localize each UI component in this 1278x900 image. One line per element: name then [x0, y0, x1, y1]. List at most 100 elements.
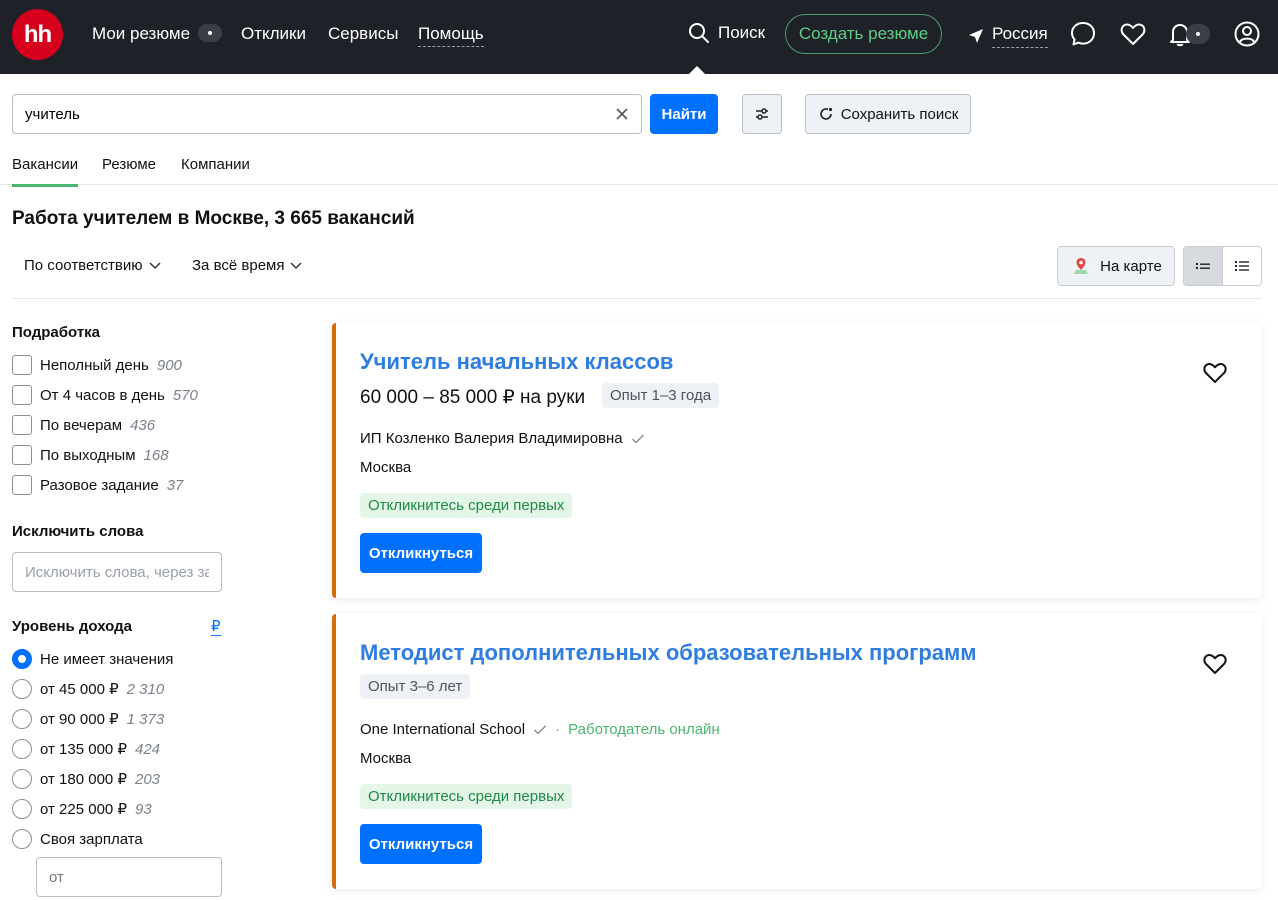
- radio-button[interactable]: [12, 829, 32, 849]
- part-time-option[interactable]: Неполный день 900: [12, 355, 182, 375]
- search-nav-link[interactable]: Поиск: [688, 22, 765, 44]
- employer-name-link[interactable]: One International School: [360, 721, 525, 738]
- active-pointer: [688, 66, 706, 75]
- search-icon: [689, 23, 709, 43]
- nav-help-label: Помощь: [418, 24, 484, 47]
- vacancy-card[interactable]: Методист дополнительных образовательных …: [332, 614, 1262, 889]
- custom-salary-input[interactable]: [37, 858, 221, 896]
- vacancy-card[interactable]: Учитель начальных классов 60 000 – 85 00…: [332, 323, 1262, 598]
- tab-resumes[interactable]: Резюме: [102, 156, 156, 184]
- nav-services[interactable]: Сервисы: [328, 24, 398, 44]
- checkbox[interactable]: [12, 385, 32, 405]
- income-option[interactable]: Своя зарплата: [12, 829, 143, 849]
- sort-order-dropdown[interactable]: По соответствию: [24, 257, 161, 274]
- part-time-option[interactable]: По выходным 168: [12, 445, 169, 465]
- filter-sliders-icon: [756, 108, 768, 120]
- favorite-heart-icon[interactable]: [1202, 651, 1228, 677]
- exclude-words-field[interactable]: [12, 552, 222, 592]
- checkbox[interactable]: [12, 445, 32, 465]
- income-option[interactable]: Не имеет значения: [12, 649, 173, 669]
- checkbox[interactable]: [12, 475, 32, 495]
- income-level-heading: Уровень дохода: [12, 618, 133, 635]
- tab-vacancies[interactable]: Вакансии: [12, 156, 79, 187]
- employer-row: One International School · Работодатель …: [360, 721, 720, 738]
- radio-button-selected[interactable]: [12, 649, 32, 669]
- search-query-input[interactable]: [25, 95, 605, 133]
- option-count: 93: [134, 800, 152, 818]
- radio-button[interactable]: [12, 739, 32, 759]
- clear-close-icon[interactable]: [613, 105, 631, 123]
- checkbox[interactable]: [12, 355, 32, 375]
- experience-badge: Опыт 3–6 лет: [360, 674, 471, 699]
- period-dropdown[interactable]: За всё время: [192, 257, 302, 274]
- option-label: От 4 часов в день: [40, 386, 165, 404]
- option-count: 37: [166, 476, 184, 494]
- option-label: от 225 000 ₽: [40, 801, 127, 818]
- part-time-option[interactable]: По вечерам 436: [12, 415, 155, 435]
- custom-salary-field[interactable]: [36, 857, 222, 897]
- option-label: Не имеет значения: [40, 650, 174, 668]
- radio-button[interactable]: [12, 769, 32, 789]
- vacancy-title-link[interactable]: Учитель начальных классов: [360, 349, 673, 375]
- save-search-button[interactable]: Сохранить поиск: [805, 94, 971, 134]
- save-search-label: Сохранить поиск: [840, 105, 959, 123]
- income-option[interactable]: от 225 000 ₽ 93: [12, 799, 152, 819]
- compact-list-icon: [1195, 263, 1210, 269]
- detailed-view-button[interactable]: [1223, 247, 1262, 285]
- vacancy-title-link[interactable]: Методист дополнительных образовательных …: [360, 640, 977, 666]
- income-option[interactable]: от 135 000 ₽ 424: [12, 739, 160, 759]
- favorites-heart-icon[interactable]: [1119, 20, 1147, 48]
- part-time-option[interactable]: Разовое задание 37: [12, 475, 183, 495]
- employer-name-link[interactable]: ИП Козленко Валерия Владимировна: [360, 430, 623, 447]
- results-title: Работа учителем в Москве, 3 665 вакансий: [12, 208, 415, 229]
- nav-my-resumes-label: Мои резюме: [92, 24, 191, 43]
- vacancy-city: Москва: [360, 459, 412, 476]
- search-nav-label: Поиск: [718, 23, 766, 42]
- option-count: 168: [143, 446, 169, 464]
- apply-button[interactable]: Откликнуться: [360, 533, 482, 573]
- hh-logo[interactable]: hh: [12, 9, 63, 60]
- search-type-tabs: Вакансии Резюме Компании: [0, 150, 1278, 187]
- nav-my-resumes[interactable]: Мои резюме: [92, 23, 223, 44]
- exclude-words-heading: Исключить слова: [12, 523, 144, 540]
- currency-selector[interactable]: ₽: [211, 619, 221, 636]
- option-label: По выходным: [40, 446, 136, 464]
- divider: [12, 298, 1262, 299]
- favorite-heart-icon[interactable]: [1202, 360, 1228, 386]
- part-time-option[interactable]: От 4 часов в день 570: [12, 385, 198, 405]
- verified-check-icon: [534, 724, 547, 735]
- radio-button[interactable]: [12, 709, 32, 729]
- checkbox[interactable]: [12, 415, 32, 435]
- tab-companies[interactable]: Компании: [181, 156, 250, 184]
- notification-dot-badge: [1186, 24, 1210, 44]
- exclude-words-input[interactable]: [13, 553, 221, 591]
- notification-dot-badge: [198, 23, 223, 42]
- chat-icon[interactable]: [1069, 20, 1097, 48]
- option-count: 436: [130, 416, 156, 434]
- region-selector[interactable]: Россия: [968, 24, 1048, 48]
- income-option[interactable]: от 90 000 ₽ 1 373: [12, 709, 164, 729]
- option-count: 1 373: [126, 710, 165, 728]
- radio-button[interactable]: [12, 799, 32, 819]
- find-button[interactable]: Найти: [650, 94, 718, 134]
- part-time-heading: Подработка: [12, 324, 101, 341]
- advanced-filters-button[interactable]: [742, 94, 782, 134]
- vacancy-search-field[interactable]: [12, 94, 642, 134]
- income-option[interactable]: от 180 000 ₽ 203: [12, 769, 160, 789]
- show-on-map-button[interactable]: На карте: [1057, 246, 1175, 286]
- profile-user-icon[interactable]: [1233, 20, 1261, 48]
- experience-badge: Опыт 1–3 года: [602, 383, 720, 408]
- nav-responses[interactable]: Отклики: [241, 24, 306, 44]
- option-count: 570: [172, 386, 198, 404]
- respond-first-badge: Откликнитесь среди первых: [360, 784, 573, 809]
- compact-view-button[interactable]: [1184, 247, 1223, 285]
- create-resume-button[interactable]: Создать резюме: [785, 14, 942, 54]
- radio-button[interactable]: [12, 679, 32, 699]
- map-button-label: На карте: [1100, 257, 1162, 275]
- nav-help[interactable]: Помощь: [418, 24, 484, 47]
- option-label: Неполный день: [40, 356, 149, 374]
- apply-button[interactable]: Откликнуться: [360, 824, 482, 864]
- chevron-down-icon: [290, 261, 302, 269]
- vacancy-city: Москва: [360, 750, 412, 767]
- income-option[interactable]: от 45 000 ₽ 2 310: [12, 679, 164, 699]
